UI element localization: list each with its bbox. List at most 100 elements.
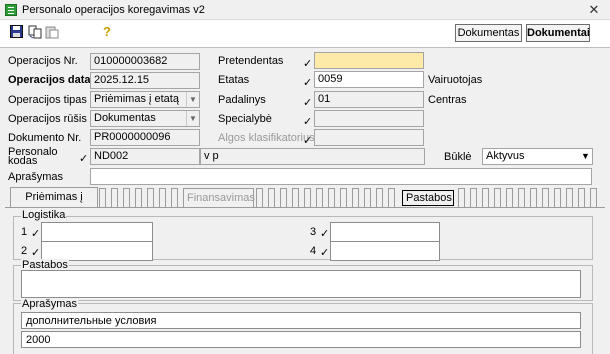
description-line-1[interactable]: дополнительные условия bbox=[21, 312, 581, 329]
operation-no-field: 010000003682 bbox=[90, 53, 200, 70]
tab-empty[interactable] bbox=[458, 188, 465, 207]
tab-empty[interactable] bbox=[388, 188, 395, 207]
tab-empty[interactable] bbox=[470, 188, 477, 207]
check-icon: ✓ bbox=[79, 153, 89, 165]
tab-empty[interactable] bbox=[554, 188, 561, 207]
tab-empty[interactable] bbox=[328, 188, 335, 207]
document-no-field: PR0000000096 bbox=[90, 129, 200, 146]
tab-empty[interactable] bbox=[135, 188, 142, 207]
logistics-4-label: 4 bbox=[310, 245, 317, 257]
tab-empty[interactable] bbox=[99, 188, 106, 207]
help-icon[interactable]: ? bbox=[100, 25, 114, 39]
logistics-3-field[interactable] bbox=[330, 222, 440, 242]
operation-type-value: Priėmimas į etatą bbox=[94, 93, 179, 105]
position-name: Vairuotojas bbox=[428, 74, 483, 86]
tab-empty[interactable] bbox=[482, 188, 489, 207]
tab-empty[interactable] bbox=[123, 188, 130, 207]
chevron-down-icon[interactable]: ▼ bbox=[579, 149, 592, 164]
tab-hiring[interactable]: Priėmimas į etatą bbox=[10, 187, 98, 221]
description-group-title: Aprašymas bbox=[21, 298, 79, 310]
paste-icon[interactable] bbox=[45, 25, 59, 39]
person-name-field: v p bbox=[200, 148, 425, 165]
logistics-title: Logistika bbox=[21, 209, 67, 221]
chevron-down-icon[interactable]: ▼ bbox=[186, 92, 199, 107]
operation-type-label: Operacijos tipas bbox=[8, 94, 87, 106]
notes-field[interactable] bbox=[21, 270, 581, 298]
operation-date-label: Operacijos data bbox=[8, 74, 91, 86]
documents-button[interactable]: Dokumentas bbox=[455, 24, 522, 42]
personal-code-label-line2: kodas bbox=[8, 155, 38, 167]
specialty-field[interactable] bbox=[314, 110, 424, 127]
status-label: Būklė bbox=[444, 151, 472, 163]
floppy-icon[interactable] bbox=[10, 25, 24, 39]
tab-empty[interactable] bbox=[304, 188, 311, 207]
tab-empty[interactable] bbox=[566, 188, 573, 207]
tab-empty[interactable] bbox=[340, 188, 347, 207]
logistics-1-label: 1 bbox=[21, 226, 28, 238]
check-icon: ✓ bbox=[303, 97, 313, 109]
logistics-2-field[interactable] bbox=[41, 241, 153, 261]
tab-empty[interactable] bbox=[494, 188, 501, 207]
description-line-2[interactable]: 2000 bbox=[21, 331, 581, 348]
check-icon: ✓ bbox=[303, 77, 313, 89]
status-value: Aktyvus bbox=[486, 150, 525, 162]
check-icon: ✓ bbox=[320, 247, 330, 259]
operation-kind-select[interactable]: Dokumentas ▼ bbox=[90, 110, 200, 127]
tab-empty[interactable] bbox=[578, 188, 585, 207]
description-field[interactable] bbox=[90, 168, 592, 185]
candidate-field[interactable] bbox=[314, 52, 424, 69]
department-field[interactable]: 01 bbox=[314, 91, 424, 108]
tab-notes[interactable]: Pastabos bbox=[402, 190, 454, 206]
logistics-1-field[interactable] bbox=[41, 222, 153, 242]
tab-empty[interactable] bbox=[542, 188, 549, 207]
tab-empty[interactable] bbox=[364, 188, 371, 207]
check-icon: ✓ bbox=[303, 116, 313, 128]
tab-finance[interactable]: Finansavimas bbox=[183, 188, 255, 207]
documents-list-button[interactable]: Dokumentai bbox=[526, 24, 590, 42]
tab-empty[interactable] bbox=[280, 188, 287, 207]
tab-empty[interactable] bbox=[147, 188, 154, 207]
logistics-4-field[interactable] bbox=[330, 241, 440, 261]
check-icon: ✓ bbox=[31, 247, 41, 259]
tab-empty[interactable] bbox=[590, 188, 597, 207]
tab-empty[interactable] bbox=[316, 188, 323, 207]
tab-empty[interactable] bbox=[376, 188, 383, 207]
check-icon: ✓ bbox=[303, 58, 313, 70]
tab-empty[interactable] bbox=[530, 188, 537, 207]
close-button[interactable]: ✕ bbox=[582, 2, 606, 18]
tab-empty[interactable] bbox=[268, 188, 275, 207]
personal-code-label: Personalo kodas bbox=[8, 147, 58, 167]
logistics-3-label: 3 bbox=[310, 226, 317, 238]
tab-empty[interactable] bbox=[506, 188, 513, 207]
tab-empty[interactable] bbox=[111, 188, 118, 207]
window-title: Personalo operacijos koregavimas v2 bbox=[22, 4, 205, 16]
position-field[interactable]: 0059 bbox=[314, 71, 424, 88]
tab-empty[interactable] bbox=[256, 188, 263, 207]
salary-class-label: Algos klasifikatorius bbox=[218, 132, 315, 144]
logistics-2-label: 2 bbox=[21, 245, 28, 257]
status-select[interactable]: Aktyvus ▼ bbox=[482, 148, 593, 165]
department-label: Padalinys bbox=[218, 94, 266, 106]
position-label: Etatas bbox=[218, 74, 250, 86]
personal-code-field[interactable]: ND002 bbox=[90, 148, 200, 165]
operation-type-select[interactable]: Priėmimas į etatą ▼ bbox=[90, 91, 200, 108]
check-icon: ✓ bbox=[320, 228, 330, 240]
specialty-label: Specialybė bbox=[218, 113, 272, 125]
description-label: Aprašymas bbox=[8, 171, 64, 183]
check-icon: ✓ bbox=[303, 135, 313, 147]
tab-empty[interactable] bbox=[171, 188, 178, 207]
check-icon: ✓ bbox=[31, 228, 41, 240]
tab-empty[interactable] bbox=[292, 188, 299, 207]
chevron-down-icon[interactable]: ▼ bbox=[186, 111, 199, 126]
tab-empty[interactable] bbox=[352, 188, 359, 207]
copy-icon[interactable] bbox=[28, 25, 42, 39]
operation-kind-label: Operacijos rūšis bbox=[8, 113, 87, 125]
tab-empty[interactable] bbox=[159, 188, 166, 207]
app-icon bbox=[5, 4, 17, 16]
candidate-label: Pretendentas bbox=[218, 55, 284, 67]
tab-empty[interactable] bbox=[518, 188, 525, 207]
department-name: Centras bbox=[428, 94, 467, 106]
operation-no-label: Operacijos Nr. bbox=[8, 55, 78, 67]
document-no-label: Dokumento Nr. bbox=[8, 132, 82, 144]
operation-date-field[interactable]: 2025.12.15 bbox=[90, 72, 200, 89]
